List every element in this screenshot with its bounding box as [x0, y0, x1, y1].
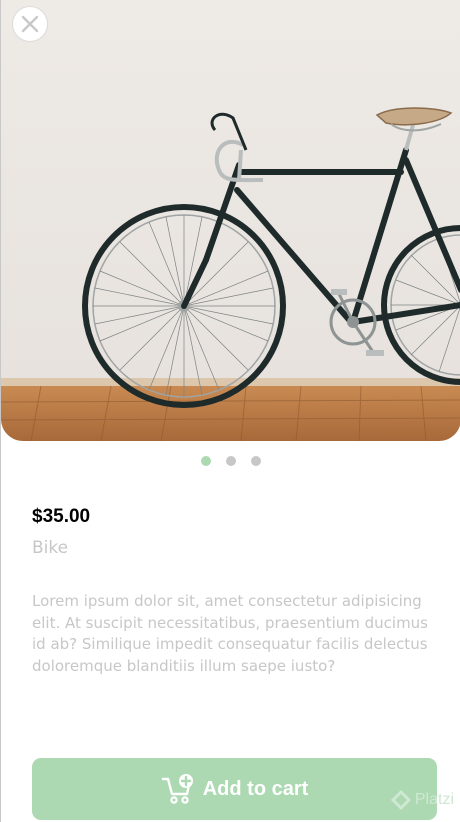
platzi-logo-icon: [390, 790, 411, 810]
product-price: $35.00: [32, 506, 91, 527]
add-to-cart-label: Add to cart: [202, 777, 309, 800]
carousel-indicators: [1, 456, 460, 466]
product-name: Bike: [32, 538, 69, 558]
product-description: Lorem ipsum dolor sit, amet consectetur …: [32, 592, 428, 675]
carousel-dot-1[interactable]: [201, 456, 211, 466]
add-to-cart-button[interactable]: Add to cart: [32, 758, 437, 820]
close-button[interactable]: [12, 6, 48, 42]
close-icon: [21, 15, 39, 33]
watermark-text: Platzi: [414, 791, 454, 808]
platzi-watermark: Platzi: [390, 790, 454, 810]
product-image: [1, 0, 460, 441]
cart-plus-icon: [161, 774, 193, 804]
carousel-dot-2[interactable]: [226, 456, 236, 466]
carousel-dot-3[interactable]: [251, 456, 261, 466]
